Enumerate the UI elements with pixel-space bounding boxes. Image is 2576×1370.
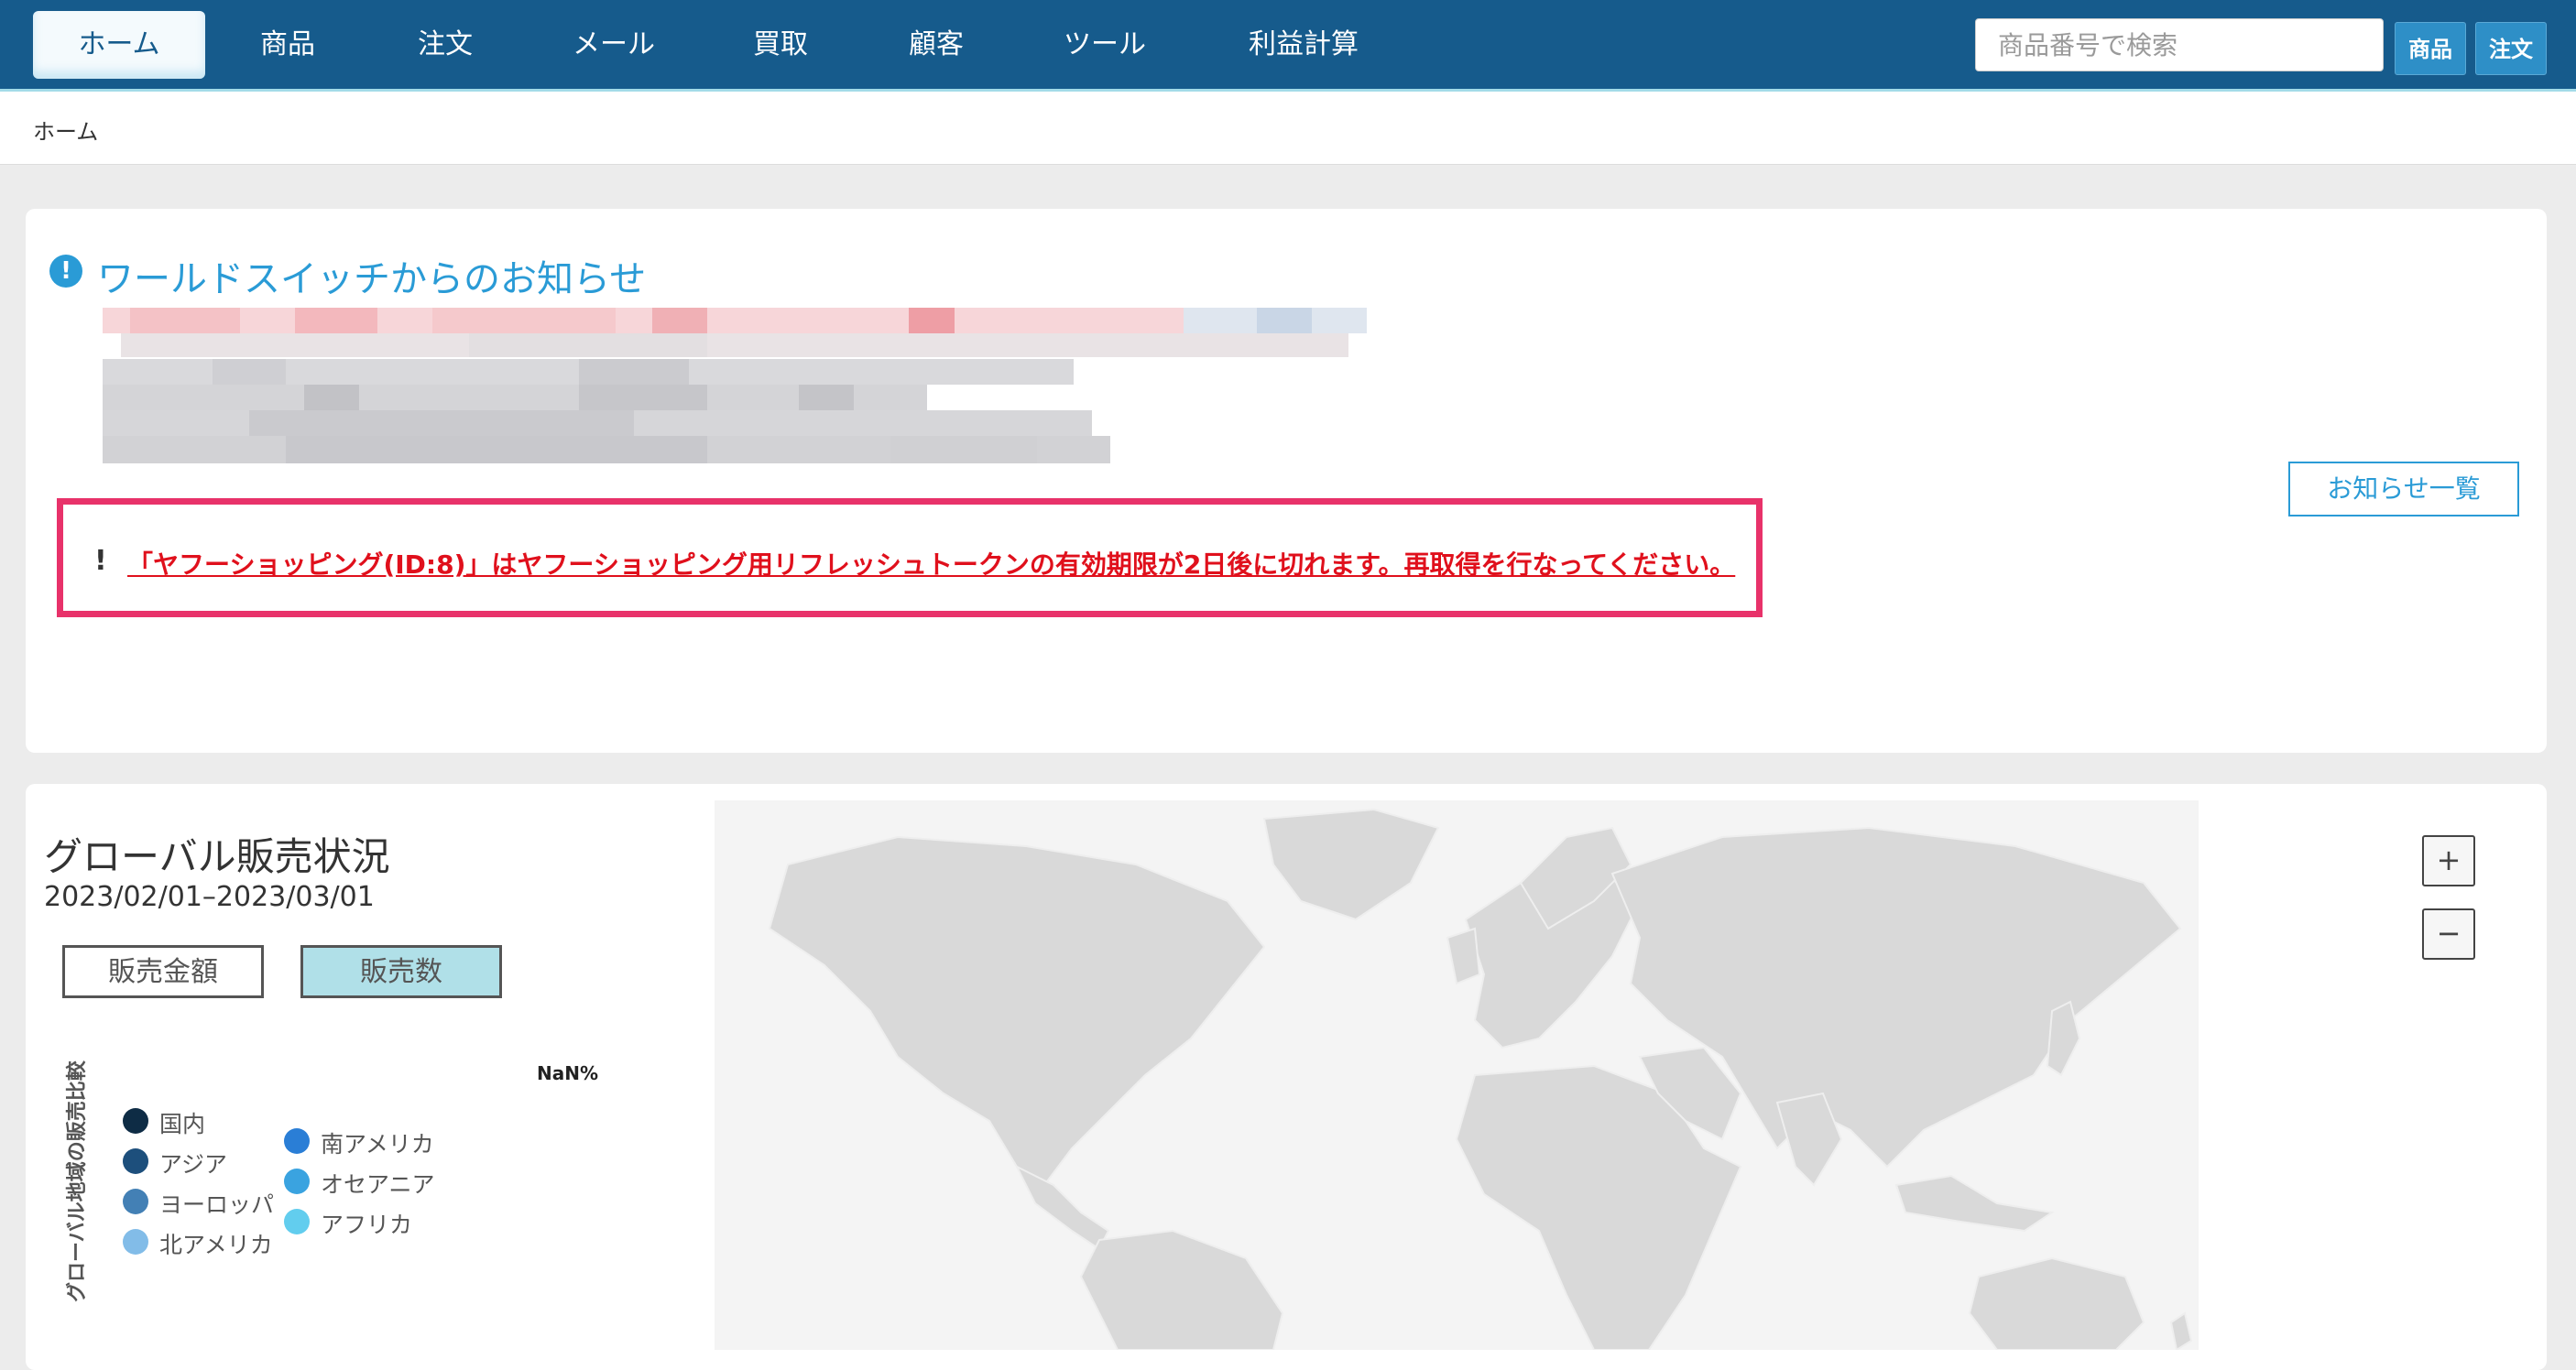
breadcrumb: ホーム xyxy=(0,92,2576,165)
nav-item-home[interactable]: ホーム xyxy=(33,11,205,79)
global-sales-title: グローバル販売状況 xyxy=(44,834,390,879)
legend-dot xyxy=(284,1128,310,1154)
legend-dot xyxy=(284,1209,310,1234)
notice-panel: ! ワールドスイッチからのお知らせ ! 「ヤフーショッピング(ID:8)」はヤフ… xyxy=(26,209,2547,753)
legend-dot xyxy=(123,1189,148,1214)
sales-amount-toggle[interactable]: 販売金額 xyxy=(62,945,264,998)
nav-item-purchase[interactable]: 買取 xyxy=(729,11,832,79)
legend-dot xyxy=(123,1148,148,1174)
map-zoom-out-button[interactable]: − xyxy=(2422,908,2475,960)
legend-label: 北アメリカ xyxy=(159,1232,273,1258)
sales-count-toggle[interactable]: 販売数 xyxy=(300,945,502,998)
nav-item-orders[interactable]: 注文 xyxy=(394,11,497,79)
legend-label: ヨーロッパ xyxy=(159,1191,275,1218)
legend-dot xyxy=(123,1108,148,1134)
nav-item-customers[interactable]: 顧客 xyxy=(885,11,988,79)
notice-list-button[interactable]: お知らせ一覧 xyxy=(2288,462,2519,516)
nav-item-profit-calc[interactable]: 利益計算 xyxy=(1228,11,1380,79)
legend-label: 国内 xyxy=(159,1111,206,1137)
legend-dot xyxy=(123,1229,148,1255)
legend-label: 南アメリカ xyxy=(321,1131,434,1158)
notice-title: ワールドスイッチからのお知らせ xyxy=(97,258,647,300)
product-number-search-input[interactable] xyxy=(1975,18,2384,71)
nav-item-mail[interactable]: メール xyxy=(550,11,678,79)
top-navigation: ホーム 商品 注文 メール 買取 顧客 ツール 利益計算 商品 注文 xyxy=(0,0,2576,92)
world-map[interactable] xyxy=(715,800,2199,1350)
global-sales-panel: グローバル販売状況 2023/02/01–2023/03/01 販売金額 販売数… xyxy=(26,784,2547,1370)
legend-label: アジア xyxy=(159,1151,228,1178)
token-expiry-alert: ! 「ヤフーショッピング(ID:8)」はヤフーショッピング用リフレッシュトークン… xyxy=(57,498,1763,617)
nav-item-products[interactable]: 商品 xyxy=(236,11,339,79)
breadcrumb-home[interactable]: ホーム xyxy=(33,114,98,146)
redacted-notice-text xyxy=(103,308,1367,463)
legend-label: アフリカ xyxy=(321,1212,413,1238)
map-zoom-in-button[interactable]: + xyxy=(2422,835,2475,886)
nav-item-tools[interactable]: ツール xyxy=(1041,11,1169,79)
date-range: 2023/02/01–2023/03/01 xyxy=(44,881,375,913)
chart-vertical-label: グローバル地域の販売比較 xyxy=(60,1060,92,1302)
alert-exclamation-icon: ! xyxy=(94,545,107,577)
legend-label: オセアニア xyxy=(321,1171,435,1198)
legend-dot xyxy=(284,1169,310,1194)
search-products-button[interactable]: 商品 xyxy=(2395,22,2466,75)
info-icon: ! xyxy=(49,255,82,288)
token-expiry-alert-link[interactable]: 「ヤフーショッピング(ID:8)」はヤフーショッピング用リフレッシュトークンの有… xyxy=(127,545,1735,582)
search-orders-button[interactable]: 注文 xyxy=(2475,22,2547,75)
chart-percentage-value: NaN% xyxy=(537,1062,599,1084)
chart-vertical-label-text: グローバル地域の販売比較 xyxy=(66,1060,89,1302)
